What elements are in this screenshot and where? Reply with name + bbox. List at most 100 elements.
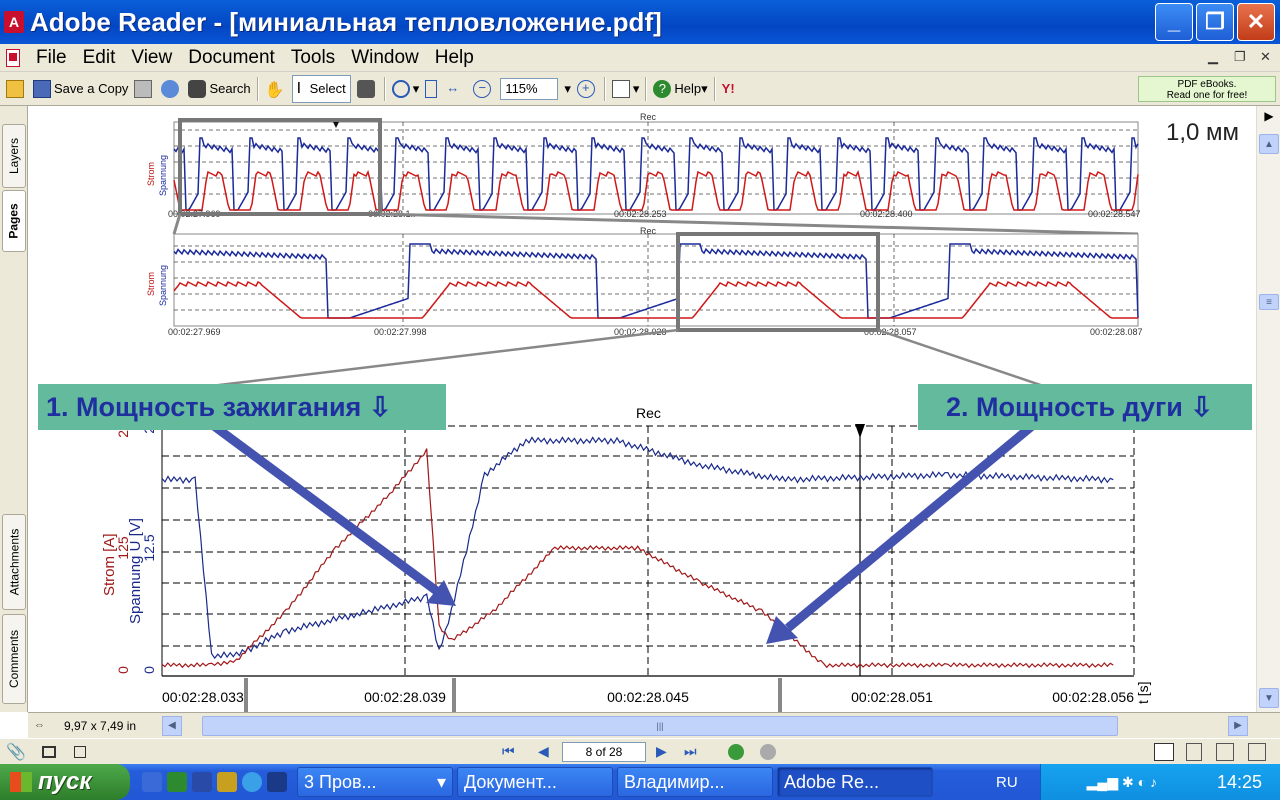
save-copy-button[interactable]: Save a Copy bbox=[33, 75, 128, 103]
svg-text:Strom: Strom bbox=[146, 162, 156, 186]
task-outlook[interactable]: 3 Пров... ▾ bbox=[297, 767, 453, 797]
main-rec-label: Rec bbox=[636, 405, 661, 421]
task-word-document[interactable]: Документ... bbox=[457, 767, 613, 797]
y-axis-current-label: Strom [A] bbox=[101, 533, 118, 596]
document-view[interactable]: Rec 00:02:27.969 00:02:28.1.. 00:02:28.2… bbox=[28, 106, 1256, 712]
vertical-scrollbar[interactable]: ▶ ▲ ≡ ▼ bbox=[1256, 106, 1280, 712]
scroll-left-button[interactable]: ◀ bbox=[162, 716, 182, 736]
email-button[interactable] bbox=[161, 75, 182, 103]
floppy-icon bbox=[33, 79, 51, 98]
callout-arc-power: 2. Мощность дуги ⇩ bbox=[918, 384, 1252, 430]
pdf-ebooks-banner[interactable]: PDF eBooks. Read one for free! bbox=[1138, 76, 1276, 102]
task-outlook-label: 3 Пров... bbox=[304, 771, 377, 792]
tab-attachments[interactable]: Attachments bbox=[2, 514, 26, 610]
toolbar-separator bbox=[645, 76, 648, 101]
close-button[interactable]: ✕ bbox=[1237, 3, 1275, 41]
paperclip-icon[interactable]: 📎 bbox=[6, 742, 26, 762]
minus-circle-icon: − bbox=[473, 79, 492, 98]
next-page-button[interactable]: ▶ bbox=[656, 743, 667, 760]
horizontal-scroll-thumb[interactable]: ||| bbox=[202, 716, 1118, 736]
menu-view[interactable]: View bbox=[131, 47, 172, 69]
menu-tools[interactable]: Tools bbox=[291, 47, 335, 69]
tab-attachments-label: Attachments bbox=[7, 528, 22, 596]
doc-close-button[interactable]: ✕ bbox=[1260, 49, 1271, 65]
show-desktop-icon[interactable] bbox=[142, 772, 162, 792]
tab-layers[interactable]: Layers bbox=[2, 124, 26, 188]
doc-minimize-button[interactable]: ▁ bbox=[1208, 49, 1218, 65]
horizontal-scroll-area: ⇔ 9,97 x 7,49 in ◀ ||| ▶ bbox=[28, 712, 1280, 738]
window-title: Adobe Reader - [миниальная тепловложение… bbox=[30, 6, 662, 37]
zoom-in-button[interactable]: + bbox=[576, 75, 598, 103]
hand-tool-button[interactable]: ✋ bbox=[265, 75, 286, 103]
zoom-in-tool-button[interactable]: ▾ bbox=[391, 75, 419, 103]
page-layout-button[interactable]: ▾ bbox=[611, 75, 639, 103]
select-tool-button[interactable]: I Select bbox=[291, 74, 351, 103]
print-button[interactable] bbox=[134, 75, 155, 103]
help-label: Help bbox=[674, 81, 702, 96]
tab-pages-label: Pages bbox=[7, 203, 22, 239]
help-button[interactable]: ? Help ▾ bbox=[653, 75, 708, 103]
callout-ignition-power: 1. Мощность зажигания ⇩ bbox=[38, 384, 446, 430]
excel-icon[interactable] bbox=[167, 772, 187, 792]
doc-restore-button[interactable]: ❐ bbox=[1234, 49, 1246, 65]
media-icon[interactable] bbox=[267, 772, 287, 792]
tab-comments-label: Comments bbox=[7, 629, 22, 689]
y-axis-voltage-label: Spannung U [V] bbox=[127, 518, 144, 624]
page-number-field[interactable]: 8 of 28 bbox=[562, 742, 646, 762]
task-adobe-reader[interactable]: Adobe Re... bbox=[777, 767, 933, 797]
single-page-layout-icon[interactable] bbox=[1154, 742, 1174, 761]
status-bar: 📎 ⏮ ◀ 8 of 28 ▶ ⏭ bbox=[0, 738, 1280, 764]
snapshot-button[interactable] bbox=[356, 75, 378, 103]
fit-width-button[interactable]: ↔ bbox=[446, 75, 467, 103]
go-forward-icon[interactable] bbox=[760, 743, 776, 760]
system-tray: ▂▄▆ ✱ ◐ ♪ 14:25 bbox=[1040, 764, 1280, 800]
internet-explorer-icon[interactable] bbox=[242, 772, 262, 792]
menu-document[interactable]: Document bbox=[188, 47, 275, 69]
language-indicator[interactable]: RU bbox=[996, 774, 1018, 791]
app-icon[interactable] bbox=[217, 772, 237, 792]
tray-icons[interactable]: ▂▄▆ ✱ ◐ ♪ bbox=[1087, 774, 1157, 791]
help-icon: ? bbox=[653, 79, 672, 98]
tab-pages[interactable]: Pages bbox=[2, 190, 26, 252]
search-button[interactable]: Search bbox=[188, 75, 251, 103]
task-vladimir[interactable]: Владимир... bbox=[617, 767, 773, 797]
mid-xtick-1: 00:02:27.998 bbox=[374, 327, 427, 337]
menu-help[interactable]: Help bbox=[435, 47, 474, 69]
svg-text:Strom: Strom bbox=[146, 272, 156, 296]
plus-circle-icon: + bbox=[576, 79, 595, 98]
fit-page-icon bbox=[425, 79, 438, 98]
zoom-out-button[interactable]: − bbox=[473, 75, 494, 103]
start-button[interactable]: пуск bbox=[0, 764, 130, 800]
minimize-button[interactable]: _ bbox=[1155, 3, 1193, 41]
page-size-icon: ⇔ bbox=[34, 719, 45, 731]
go-back-icon[interactable] bbox=[728, 743, 744, 760]
menu-window[interactable]: Window bbox=[351, 47, 419, 69]
menu-edit[interactable]: Edit bbox=[83, 47, 116, 69]
maximize-button[interactable]: ❐ bbox=[1196, 3, 1234, 41]
tab-comments[interactable]: Comments bbox=[2, 614, 26, 704]
document-icon[interactable] bbox=[6, 48, 20, 67]
menu-file[interactable]: File bbox=[36, 47, 67, 69]
continuous-facing-layout-icon[interactable] bbox=[1248, 742, 1266, 761]
menu-bar: File Edit View Document Tools Window Hel… bbox=[0, 44, 1280, 72]
first-page-button[interactable]: ⏮ bbox=[502, 743, 515, 760]
next-view-arrow-icon[interactable]: ▶ bbox=[1259, 106, 1279, 126]
fit-page-button[interactable] bbox=[425, 75, 440, 103]
page-icon[interactable] bbox=[74, 745, 86, 758]
continuous-layout-icon[interactable] bbox=[1186, 742, 1202, 761]
scroll-right-button[interactable]: ▶ bbox=[1228, 716, 1248, 736]
yahoo-button[interactable]: Y! bbox=[722, 75, 735, 103]
zoom-dropdown[interactable]: ▾ bbox=[564, 75, 571, 103]
toolbar-separator bbox=[383, 76, 386, 101]
scroll-down-button[interactable]: ▼ bbox=[1259, 688, 1279, 708]
scroll-thumb[interactable]: ≡ bbox=[1259, 294, 1279, 310]
last-page-button[interactable]: ⏭ bbox=[684, 743, 697, 760]
screen-icon[interactable] bbox=[42, 745, 56, 758]
word-icon[interactable] bbox=[192, 772, 212, 792]
scroll-up-button[interactable]: ▲ bbox=[1259, 134, 1279, 154]
zoom-field[interactable]: 115% bbox=[500, 77, 559, 100]
open-button[interactable] bbox=[6, 75, 27, 103]
magnifier-icon bbox=[391, 79, 410, 98]
facing-layout-icon[interactable] bbox=[1216, 742, 1234, 761]
previous-page-button[interactable]: ◀ bbox=[538, 743, 549, 760]
